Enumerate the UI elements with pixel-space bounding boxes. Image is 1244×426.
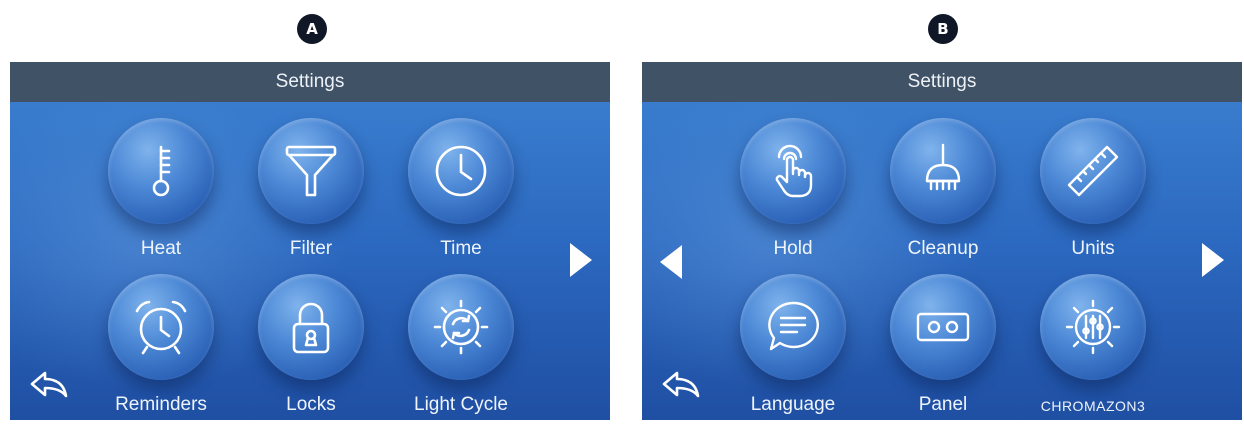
filter-circle — [258, 118, 364, 224]
language-label: Language — [750, 394, 836, 415]
cleanup-circle — [890, 118, 996, 224]
locks-label: Locks — [286, 394, 336, 415]
units-circle — [1040, 118, 1146, 224]
language-circle — [740, 274, 846, 380]
light-cycle-icon — [433, 299, 489, 355]
chromazone-label: CHROMAZON3 — [1040, 398, 1146, 414]
time-label: Time — [440, 238, 482, 259]
units-button[interactable]: Units — [1028, 118, 1158, 268]
time-circle — [408, 118, 514, 224]
units-label: Units — [1071, 238, 1115, 259]
locks-button[interactable]: Locks — [246, 274, 376, 420]
panel-circle — [890, 274, 996, 380]
cleanup-button[interactable]: Cleanup — [878, 118, 1008, 268]
reminders-label: Reminders — [115, 394, 207, 415]
light-cycle-label: Light Cycle — [414, 394, 508, 415]
thermometer-icon — [152, 145, 171, 197]
chromazone-icon — [1065, 299, 1121, 355]
alarm-clock-icon — [135, 300, 187, 355]
broom-icon — [925, 143, 961, 191]
chromazone-button[interactable]: CHROMAZON3 — [1028, 274, 1158, 420]
panel-b-badge: B — [928, 14, 958, 44]
language-button[interactable]: Language — [728, 274, 858, 420]
reminders-circle — [108, 274, 214, 380]
heat-button[interactable]: Heat — [96, 118, 226, 268]
panel-b-title: Settings — [642, 62, 1242, 102]
reminders-button[interactable]: Reminders — [96, 274, 226, 420]
filter-icon — [285, 145, 337, 197]
panel-label: Panel — [918, 394, 968, 415]
locks-circle — [258, 274, 364, 380]
ruler-icon — [1067, 145, 1119, 197]
previous-page-arrow-icon[interactable] — [660, 245, 682, 279]
light-cycle-button[interactable]: Light Cycle — [396, 274, 526, 420]
panel-icon — [916, 312, 970, 342]
next-page-arrow-icon[interactable] — [1202, 243, 1224, 277]
filter-label: Filter — [289, 238, 333, 259]
heat-circle — [108, 118, 214, 224]
clock-icon — [435, 145, 487, 197]
panel-button[interactable]: Panel — [878, 274, 1008, 420]
hold-button[interactable]: Hold — [728, 118, 858, 268]
panel-b-screen: Settings Hold Cleanup Units Language Pan… — [642, 62, 1242, 420]
panel-a-title: Settings — [10, 62, 610, 102]
next-page-arrow-icon[interactable] — [570, 243, 592, 277]
back-arrow-icon[interactable] — [28, 368, 70, 402]
cleanup-label: Cleanup — [907, 238, 979, 259]
heat-label: Heat — [140, 238, 182, 259]
touch-hand-icon — [775, 144, 813, 198]
back-arrow-icon[interactable] — [660, 368, 702, 402]
light-cycle-circle — [408, 274, 514, 380]
chromazone-circle — [1040, 274, 1146, 380]
hold-label: Hold — [773, 238, 813, 259]
hold-circle — [740, 118, 846, 224]
speech-bubble-icon — [768, 301, 819, 351]
time-button[interactable]: Time — [396, 118, 526, 268]
panel-a-screen: Settings Heat Filter Time Reminders Lock… — [10, 62, 610, 420]
padlock-icon — [292, 302, 330, 354]
panel-a-badge: A — [297, 14, 327, 44]
filter-button[interactable]: Filter — [246, 118, 376, 268]
